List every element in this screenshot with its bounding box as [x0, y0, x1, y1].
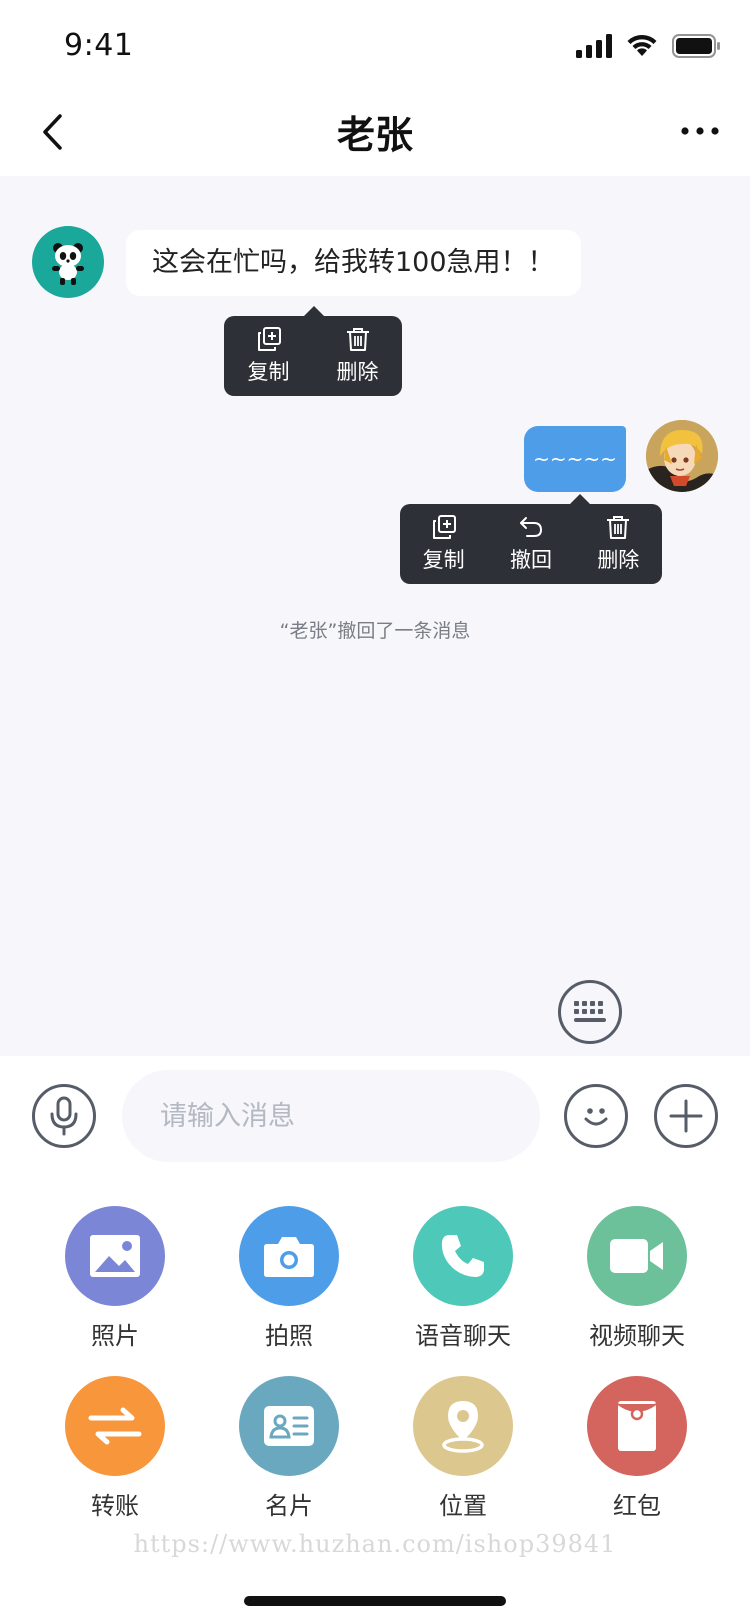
- tool-camera-label: 拍照: [265, 1322, 313, 1350]
- delete-action[interactable]: 删除: [337, 326, 379, 386]
- outgoing-message-bubble[interactable]: ~~~~~: [524, 426, 626, 492]
- recall-notice: “老张”撤回了一条消息: [279, 620, 471, 642]
- status-icons: [576, 34, 720, 58]
- tool-camera-circle: [239, 1206, 339, 1306]
- tool-contact-card[interactable]: 名片: [214, 1376, 364, 1521]
- voice-input-button[interactable]: [32, 1084, 96, 1148]
- emoji-button[interactable]: [564, 1084, 628, 1148]
- contact-card-icon: [264, 1406, 314, 1446]
- copy-action[interactable]: 复制: [423, 514, 465, 574]
- message-action-menu: 复制 删除: [224, 306, 402, 396]
- video-icon: [610, 1239, 663, 1273]
- tool-location-label: 位置: [439, 1492, 487, 1520]
- delete-label: 删除: [597, 548, 640, 572]
- copy-label: 复制: [422, 548, 465, 572]
- microphone-icon: [50, 1096, 78, 1136]
- tool-photo-circle: [65, 1206, 165, 1306]
- phone-icon: [441, 1235, 484, 1277]
- contact-avatar[interactable]: [32, 226, 104, 298]
- watermark: https://www.huzhan.com/ishop39841: [133, 1530, 617, 1558]
- tool-transfer-label: 转账: [91, 1492, 139, 1520]
- chat-area: 这会在忙吗，给我转100急用！！ 复制 删除 ~~~~~ 复制 撤回 删除 “老…: [0, 176, 750, 1056]
- tool-camera[interactable]: 拍照: [214, 1206, 364, 1351]
- tool-photo-label: 照片: [91, 1322, 139, 1350]
- tool-photo[interactable]: 照片: [40, 1206, 190, 1351]
- incoming-message-bubble[interactable]: 这会在忙吗，给我转100急用！！: [126, 230, 581, 296]
- plus-icon: [669, 1099, 703, 1133]
- panda-icon: [52, 243, 84, 285]
- copy-icon: [257, 327, 281, 351]
- status-time: 9:41: [64, 28, 134, 63]
- location-icon: [442, 1401, 484, 1453]
- tool-transfer[interactable]: 转账: [40, 1376, 190, 1521]
- more-button[interactable]: [678, 116, 722, 146]
- transfer-icon: [88, 1407, 142, 1445]
- image-icon: [90, 1235, 140, 1277]
- wifi-icon: [627, 34, 657, 56]
- keyboard-toggle-button[interactable]: [558, 980, 622, 1044]
- recall-action[interactable]: 撤回: [510, 514, 552, 574]
- tool-video-call-circle: [587, 1206, 687, 1306]
- delete-action[interactable]: 删除: [597, 514, 639, 574]
- delete-label: 删除: [336, 360, 379, 384]
- my-avatar[interactable]: [646, 420, 718, 492]
- tool-red-packet-circle: [587, 1376, 687, 1476]
- copy-action[interactable]: 复制: [248, 326, 290, 386]
- keyboard-icon: [574, 1001, 606, 1022]
- tool-transfer-circle: [65, 1376, 165, 1476]
- tool-voice-call[interactable]: 语音聊天: [388, 1206, 538, 1351]
- page-title: 老张: [336, 113, 413, 157]
- tool-video-call[interactable]: 视频聊天: [562, 1206, 712, 1351]
- smiley-icon: [584, 1108, 608, 1126]
- battery-icon: [672, 34, 720, 58]
- red-packet-icon: [617, 1401, 657, 1451]
- trash-icon: [346, 328, 369, 351]
- more-icon: [681, 127, 719, 135]
- tool-location[interactable]: 位置: [388, 1376, 538, 1521]
- trash-icon: [607, 516, 630, 539]
- tool-voice-call-circle: [413, 1206, 513, 1306]
- tool-voice-call-label: 语音聊天: [415, 1322, 511, 1350]
- more-features-button[interactable]: [654, 1084, 718, 1148]
- tool-contact-card-label: 名片: [265, 1492, 313, 1520]
- tool-contact-card-circle: [239, 1376, 339, 1476]
- tool-location-circle: [413, 1376, 513, 1476]
- status-bar: 9:41: [0, 0, 750, 88]
- my-message-action-menu: 复制 撤回 删除: [400, 494, 662, 584]
- message-input[interactable]: [122, 1070, 540, 1162]
- tool-video-call-label: 视频聊天: [589, 1322, 685, 1350]
- tool-red-packet-label: 红包: [613, 1492, 661, 1520]
- undo-icon: [519, 517, 542, 537]
- camera-icon: [264, 1237, 314, 1277]
- tool-red-packet[interactable]: 红包: [562, 1376, 712, 1521]
- copy-label: 复制: [247, 360, 290, 384]
- user-photo-icon: [646, 420, 718, 492]
- recall-label: 撤回: [509, 548, 552, 572]
- signal-icon: [576, 34, 612, 58]
- home-indicator[interactable]: [244, 1596, 506, 1606]
- copy-icon: [432, 515, 456, 539]
- nav-bar: 老张: [0, 88, 750, 176]
